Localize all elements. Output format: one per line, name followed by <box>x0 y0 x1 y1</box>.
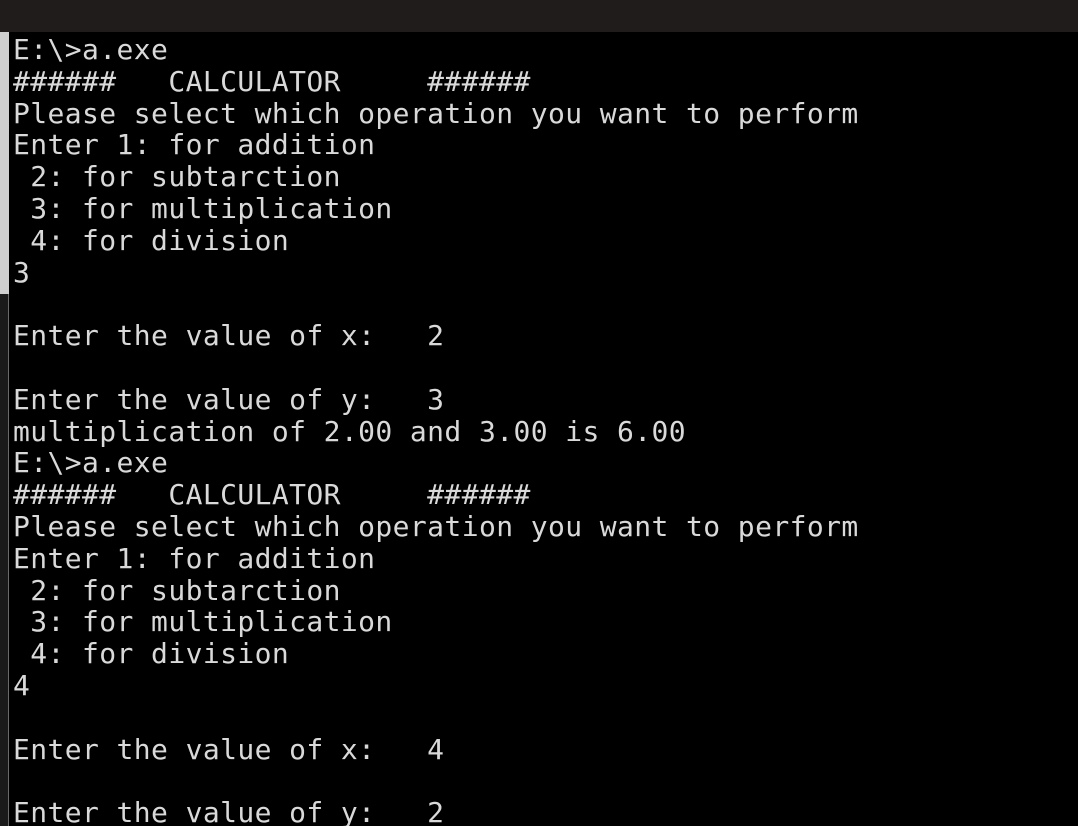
console-line-blank <box>13 765 859 797</box>
console-line: Enter the value of x: 4 <box>13 732 445 766</box>
console-line: 3: for multiplication <box>13 605 393 639</box>
console-line-blank <box>13 352 859 384</box>
console-line-header: ###### CALCULATOR ###### <box>13 478 531 512</box>
console-line: Enter the value of x: 2 <box>13 319 445 353</box>
console-line: 4: for division <box>13 637 290 671</box>
console-window[interactable]: E:\>a.exe ###### CALCULATOR ###### Pleas… <box>0 32 1078 826</box>
console-line-input: 4 <box>13 668 31 702</box>
console-line-prompt: E:\>a.exe <box>13 33 169 66</box>
scrollbar[interactable] <box>0 32 9 826</box>
console-line: Enter the value of y: 2 <box>13 796 445 826</box>
console-line: Enter 1: for addition <box>13 541 376 575</box>
scrollbar-thumb[interactable] <box>0 32 9 294</box>
console-line-result: multiplication of 2.00 and 3.00 is 6.00 <box>13 414 687 448</box>
console-line-input: 3 <box>13 255 31 289</box>
scrollbar-track[interactable] <box>0 294 9 826</box>
console-line-header: ###### CALCULATOR ###### <box>13 64 531 98</box>
console-line: 4: for division <box>13 223 290 257</box>
console-line: Please select which operation you want t… <box>13 96 859 130</box>
console-line: 2: for subtarction <box>13 573 341 607</box>
console-line: 2: for subtarction <box>13 160 341 194</box>
console-line-blank <box>13 702 859 734</box>
window-title-bar <box>0 0 1078 32</box>
console-line: Enter 1: for addition <box>13 128 376 162</box>
console-line: Enter the value of y: 3 <box>13 382 445 416</box>
console-output: E:\>a.exe ###### CALCULATOR ###### Pleas… <box>13 34 859 826</box>
console-line-blank <box>13 288 859 320</box>
console-line-prompt: E:\>a.exe <box>13 446 169 480</box>
console-line: Please select which operation you want t… <box>13 509 859 543</box>
console-line: 3: for multiplication <box>13 191 393 225</box>
